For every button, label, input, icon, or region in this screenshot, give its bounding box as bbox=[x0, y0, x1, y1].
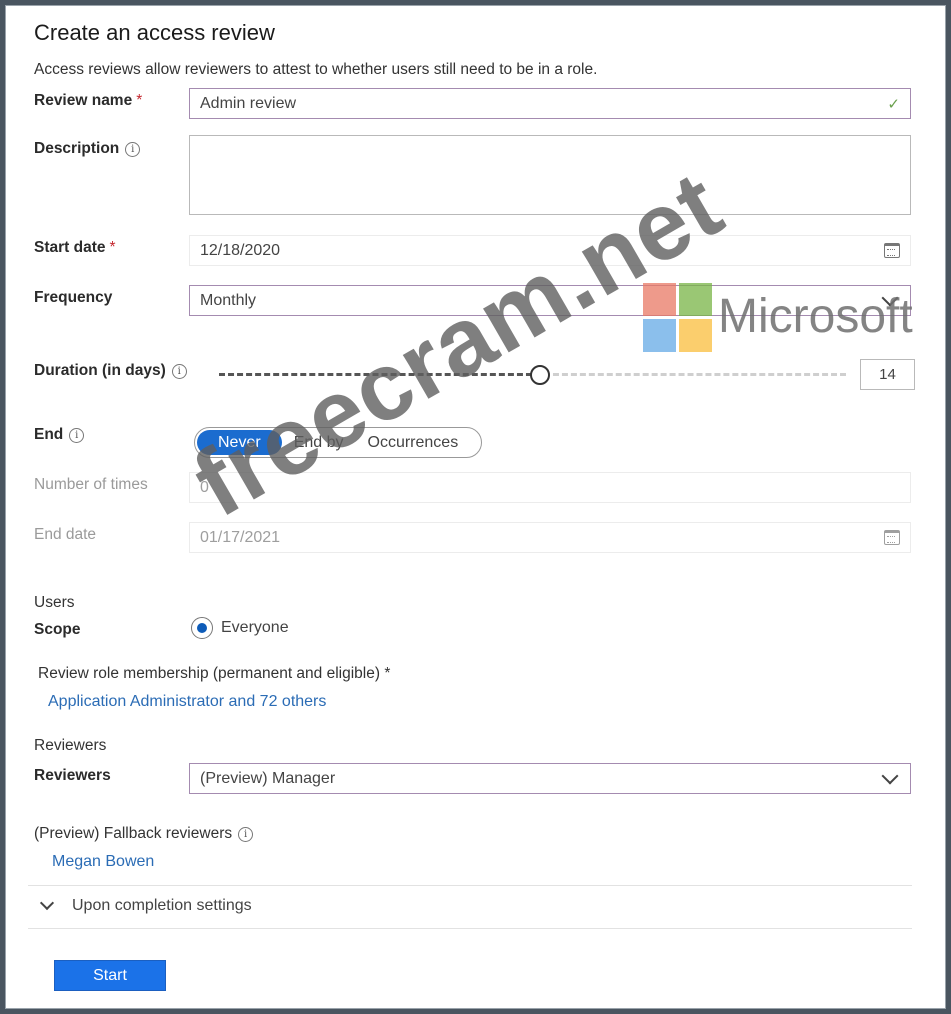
scope-radio[interactable] bbox=[191, 617, 213, 639]
end-label: End i bbox=[34, 426, 85, 444]
reviewers-dropdown[interactable]: (Preview) Manager bbox=[189, 763, 911, 794]
start-date-label: Start date * bbox=[34, 239, 116, 256]
frequency-label: Frequency bbox=[34, 289, 113, 306]
scope-everyone-option[interactable]: Everyone bbox=[191, 617, 289, 639]
required-asterisk: * bbox=[136, 92, 143, 109]
fallback-reviewers-label: (Preview) Fallback reviewers i bbox=[34, 825, 254, 843]
description-label: Description i bbox=[34, 140, 141, 158]
end-date-label: End date bbox=[34, 526, 97, 543]
info-icon[interactable]: i bbox=[238, 827, 254, 842]
users-section-heading: Users bbox=[34, 594, 75, 611]
duration-slider-thumb[interactable] bbox=[530, 365, 550, 385]
reviewers-section-heading: Reviewers bbox=[34, 737, 107, 754]
page-title: Create an access review bbox=[34, 20, 275, 45]
review-role-membership-label: Review role membership (permanent and el… bbox=[38, 665, 391, 682]
review-name-value: Admin review bbox=[200, 94, 297, 112]
divider bbox=[28, 928, 912, 929]
radio-selected-dot bbox=[197, 623, 207, 633]
microsoft-wordmark: Microsoft bbox=[718, 290, 913, 343]
upon-completion-expander[interactable]: Upon completion settings bbox=[38, 895, 252, 915]
review-name-label: Review name * bbox=[34, 92, 143, 109]
logo-square-green bbox=[679, 283, 712, 316]
page-subtitle: Access reviews allow reviewers to attest… bbox=[34, 61, 598, 78]
duration-label: Duration (in days) i bbox=[34, 362, 187, 380]
start-button[interactable]: Start bbox=[54, 960, 166, 991]
calendar-icon[interactable] bbox=[884, 530, 900, 545]
role-membership-link[interactable]: Application Administrator and 72 others bbox=[48, 693, 326, 711]
info-icon[interactable]: i bbox=[125, 142, 141, 157]
description-textarea[interactable] bbox=[189, 135, 911, 215]
fallback-reviewer-link[interactable]: Megan Bowen bbox=[52, 853, 154, 871]
check-icon: ✓ bbox=[887, 95, 900, 113]
number-of-times-label: Number of times bbox=[34, 476, 148, 493]
required-asterisk: * bbox=[109, 239, 116, 256]
reviewers-label: Reviewers bbox=[34, 767, 111, 784]
review-name-input[interactable]: Admin review ✓ bbox=[189, 88, 911, 119]
access-review-panel: Create an access review Access reviews a… bbox=[5, 5, 946, 1009]
end-date-input[interactable]: 01/17/2021 bbox=[189, 522, 911, 553]
frequency-value: Monthly bbox=[200, 291, 257, 309]
scope-label: Scope bbox=[34, 621, 81, 638]
calendar-icon[interactable] bbox=[884, 243, 900, 258]
duration-slider-track[interactable] bbox=[544, 373, 846, 376]
scope-option-label: Everyone bbox=[221, 619, 289, 636]
start-date-value: 12/18/2020 bbox=[200, 241, 281, 259]
reviewers-value: (Preview) Manager bbox=[200, 769, 336, 787]
chevron-down-icon bbox=[881, 767, 899, 784]
upon-completion-label: Upon completion settings bbox=[72, 897, 252, 914]
duration-value-input[interactable]: 14 bbox=[860, 359, 915, 390]
divider bbox=[28, 885, 912, 886]
logo-square-yellow bbox=[679, 319, 712, 352]
chevron-down-icon bbox=[39, 895, 55, 911]
info-icon[interactable]: i bbox=[69, 428, 85, 443]
logo-square-blue bbox=[643, 319, 676, 352]
info-icon[interactable]: i bbox=[171, 364, 187, 379]
